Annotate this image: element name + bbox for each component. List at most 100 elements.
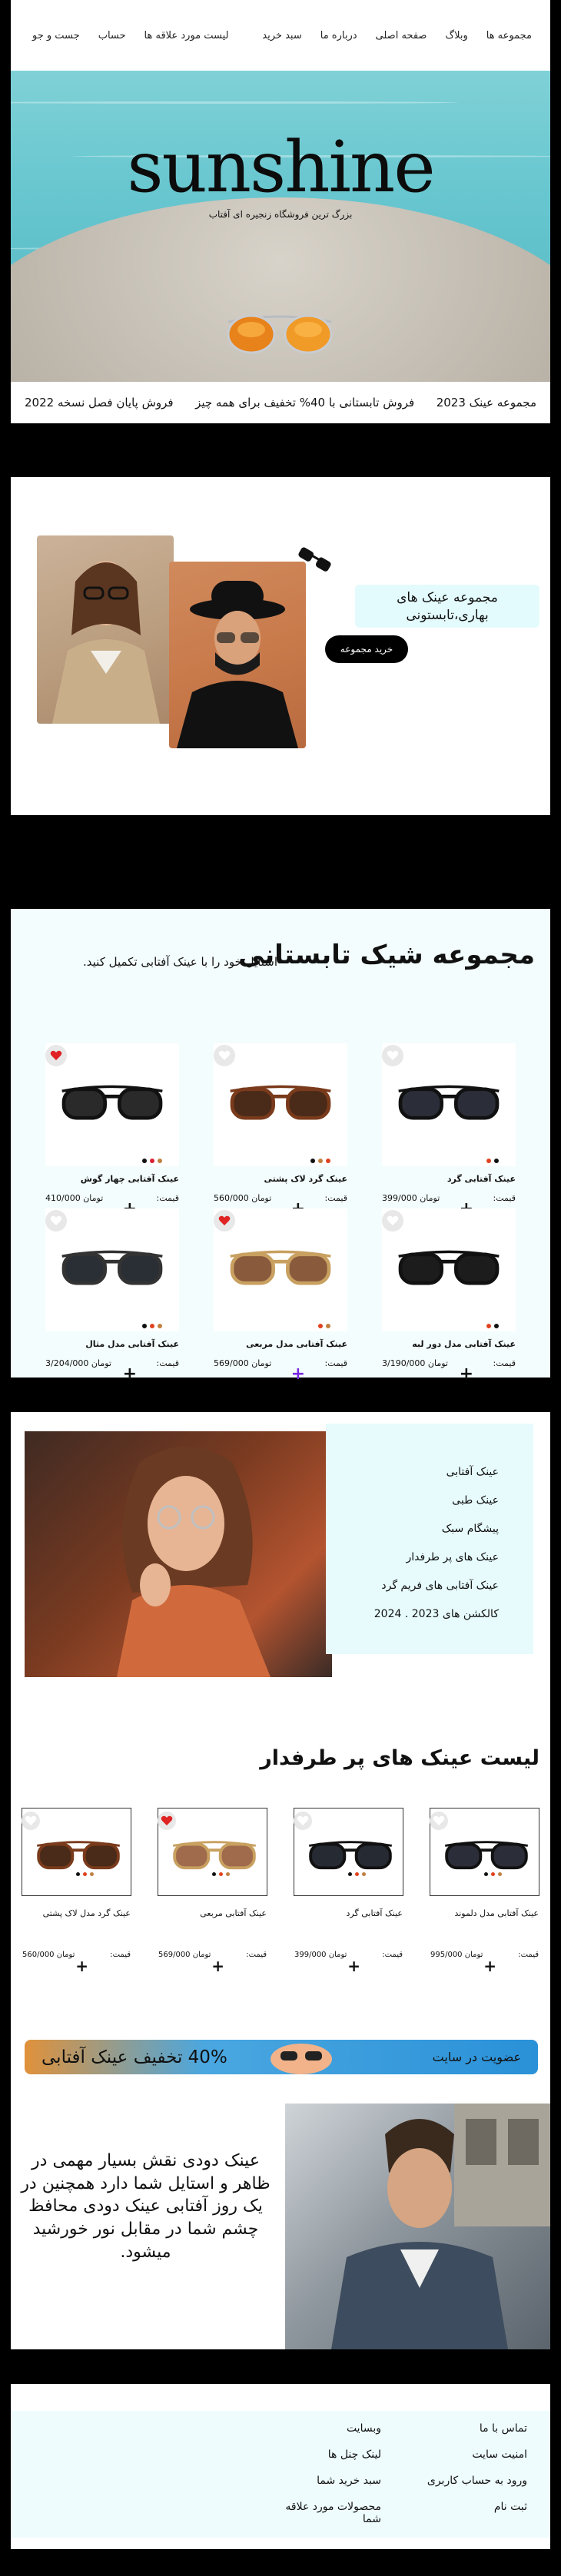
color-swatch[interactable]	[150, 1159, 154, 1163]
product-name[interactable]: عینک گرد مدل لاک پشتی	[43, 1908, 131, 1918]
product-image[interactable]	[214, 1208, 347, 1331]
category-link[interactable]: عینک طبی	[326, 1494, 499, 1507]
product-name[interactable]: عینک آفتابی مربعی	[200, 1908, 267, 1918]
product-card[interactable]: عینک آفتابی گرد قیمت: تومان 399/000 +	[382, 1043, 516, 1218]
footer-link[interactable]: سبد خرید شما	[266, 2475, 381, 2487]
color-options[interactable]	[76, 1872, 94, 1876]
color-swatch[interactable]	[142, 1159, 147, 1163]
product-card[interactable]: عینک آفتابی چهار گوش قیمت: تومان 410/000…	[45, 1043, 179, 1218]
nav-item[interactable]: وبلاگ	[445, 30, 467, 41]
nav-item[interactable]: جست و جو	[32, 30, 80, 41]
favorite-button[interactable]	[382, 1210, 403, 1232]
color-swatch[interactable]	[150, 1324, 154, 1328]
nav-item[interactable]: صفحه اصلی	[376, 30, 427, 41]
add-to-cart-button[interactable]: +	[347, 1958, 360, 1974]
color-swatch[interactable]	[142, 1324, 147, 1328]
add-to-cart-button[interactable]: +	[123, 1366, 137, 1383]
footer-link[interactable]: امنیت سایت	[412, 2448, 527, 2461]
color-swatch[interactable]	[486, 1159, 491, 1163]
footer-link[interactable]: وبسایت	[266, 2422, 381, 2435]
product-image[interactable]	[45, 1208, 179, 1331]
favorite-button[interactable]	[214, 1045, 235, 1066]
color-options[interactable]	[484, 1872, 502, 1876]
color-swatch[interactable]	[310, 1159, 315, 1163]
popular-card[interactable]: عینک آفتابی مدل دلموند قیمت: تومان 995/0…	[430, 1808, 539, 1974]
color-options[interactable]	[142, 1159, 162, 1163]
popular-card[interactable]: عینک آفتابی مربعی قیمت: تومان 569/000 +	[158, 1808, 267, 1974]
product-image[interactable]	[45, 1043, 179, 1166]
buy-collection-button[interactable]: خرید مجموعه	[325, 635, 408, 663]
color-swatch[interactable]	[486, 1324, 491, 1328]
color-swatch[interactable]	[326, 1324, 330, 1328]
product-name[interactable]: عینک آفتابی مدل مثال	[85, 1339, 179, 1349]
add-to-cart-button[interactable]: +	[460, 1366, 473, 1383]
ticker-item[interactable]: مجموعه عینک 2023	[437, 396, 536, 409]
color-swatch[interactable]	[494, 1159, 499, 1163]
favorite-button[interactable]	[158, 1812, 176, 1830]
product-image[interactable]	[382, 1043, 516, 1166]
favorite-button[interactable]	[294, 1812, 312, 1830]
favorite-button[interactable]	[430, 1812, 448, 1830]
ticker-item[interactable]: فروش پایان فصل نسخه 2022	[25, 396, 174, 409]
favorite-button[interactable]	[382, 1045, 403, 1066]
category-link[interactable]: کالکشن های 2023 . 2024	[326, 1608, 499, 1620]
popular-card[interactable]: عینک گرد مدل لاک پشتی قیمت: تومان 560/00…	[22, 1808, 131, 1974]
category-link[interactable]: پیشگام سبک	[326, 1523, 499, 1535]
category-link[interactable]: عینک های پر طرفدار	[326, 1551, 499, 1563]
add-to-cart-button[interactable]: +	[75, 1958, 88, 1974]
product-image[interactable]	[214, 1043, 347, 1166]
favorite-button[interactable]	[45, 1045, 67, 1066]
product-name[interactable]: عینک گرد لاک پشتی	[264, 1174, 347, 1184]
color-options[interactable]	[348, 1872, 366, 1876]
color-options[interactable]	[142, 1324, 162, 1328]
product-name[interactable]: عینک آفتابی گرد	[447, 1174, 516, 1184]
product-name[interactable]: عینک آفتابی چهار گوش	[81, 1174, 179, 1184]
favorite-button[interactable]	[45, 1210, 67, 1232]
color-swatch[interactable]	[158, 1324, 162, 1328]
footer-link[interactable]: تماس با ما	[412, 2422, 527, 2435]
discount-bar[interactable]: عضویت در سایت 40% تخفیف عینک آفتابی	[25, 2040, 538, 2074]
category-link[interactable]: عینک آفتابی	[326, 1466, 499, 1478]
join-site-link[interactable]: عضویت در سایت	[433, 2050, 521, 2064]
product-name[interactable]: عینک آفتابی مدل مربعی	[246, 1339, 347, 1349]
favorite-button[interactable]	[214, 1210, 235, 1232]
brand-logo[interactable]: sunshine	[11, 126, 550, 208]
product-card[interactable]: عینک آفتابی مدل مربعی قیمت: تومان 569/00…	[214, 1208, 347, 1383]
nav-item[interactable]: سبد خرید	[262, 30, 301, 41]
color-options[interactable]	[212, 1872, 230, 1876]
product-card[interactable]: عینک گرد لاک پشتی قیمت: تومان 560/000 +	[214, 1043, 347, 1218]
color-swatch[interactable]	[318, 1324, 323, 1328]
footer-link[interactable]: ثبت نام	[412, 2501, 527, 2513]
product-name[interactable]: عینک آفتابی گرد	[347, 1908, 403, 1918]
price-label: قیمت:	[156, 1358, 179, 1368]
product-name[interactable]: عینک آفتابی مدل دور لبه	[412, 1339, 516, 1349]
color-swatch[interactable]	[326, 1159, 330, 1163]
product-image[interactable]	[382, 1208, 516, 1331]
heart-icon	[433, 1815, 445, 1825]
color-swatch[interactable]	[494, 1324, 499, 1328]
footer-link[interactable]: محصولات مورد علاقه شما	[266, 2501, 381, 2525]
nav-item[interactable]: درباره ما	[320, 30, 357, 41]
color-options[interactable]	[486, 1324, 499, 1328]
favorite-button[interactable]	[22, 1812, 40, 1830]
product-card[interactable]: عینک آفتابی مدل مثال قیمت: تومان 3/204/0…	[45, 1208, 179, 1383]
section-subtitle: استایل خود را با عینک آفتابی تکمیل کنید.	[83, 955, 277, 969]
add-to-cart-button[interactable]: +	[483, 1958, 496, 1974]
ticker-item[interactable]: فروش تابستانی با 40% تخفیف برای همه چیز	[195, 396, 414, 409]
color-options[interactable]	[310, 1159, 330, 1163]
footer-link[interactable]: ورود به حساب کاربری	[412, 2475, 527, 2487]
color-swatch[interactable]	[158, 1159, 162, 1163]
color-options[interactable]	[486, 1159, 499, 1163]
product-card[interactable]: عینک آفتابی مدل دور لبه قیمت: تومان 3/19…	[382, 1208, 516, 1383]
nav-item[interactable]: حساب	[98, 30, 126, 41]
footer-link[interactable]: لینک چنل ها	[266, 2448, 381, 2461]
color-swatch[interactable]	[318, 1159, 323, 1163]
color-options[interactable]	[318, 1324, 330, 1328]
nav-item[interactable]: مجموعه ها	[486, 30, 532, 41]
category-link[interactable]: عینک آفتابی های فریم گرد	[326, 1580, 499, 1592]
add-to-cart-button[interactable]: +	[211, 1958, 224, 1974]
add-to-cart-button[interactable]: +	[291, 1366, 305, 1383]
nav-item[interactable]: لیست مورد علاقه ها	[144, 30, 229, 41]
popular-card[interactable]: عینک آفتابی گرد قیمت: تومان 399/000 +	[294, 1808, 403, 1974]
product-name[interactable]: عینک آفتابی مدل دلموند	[454, 1908, 539, 1918]
